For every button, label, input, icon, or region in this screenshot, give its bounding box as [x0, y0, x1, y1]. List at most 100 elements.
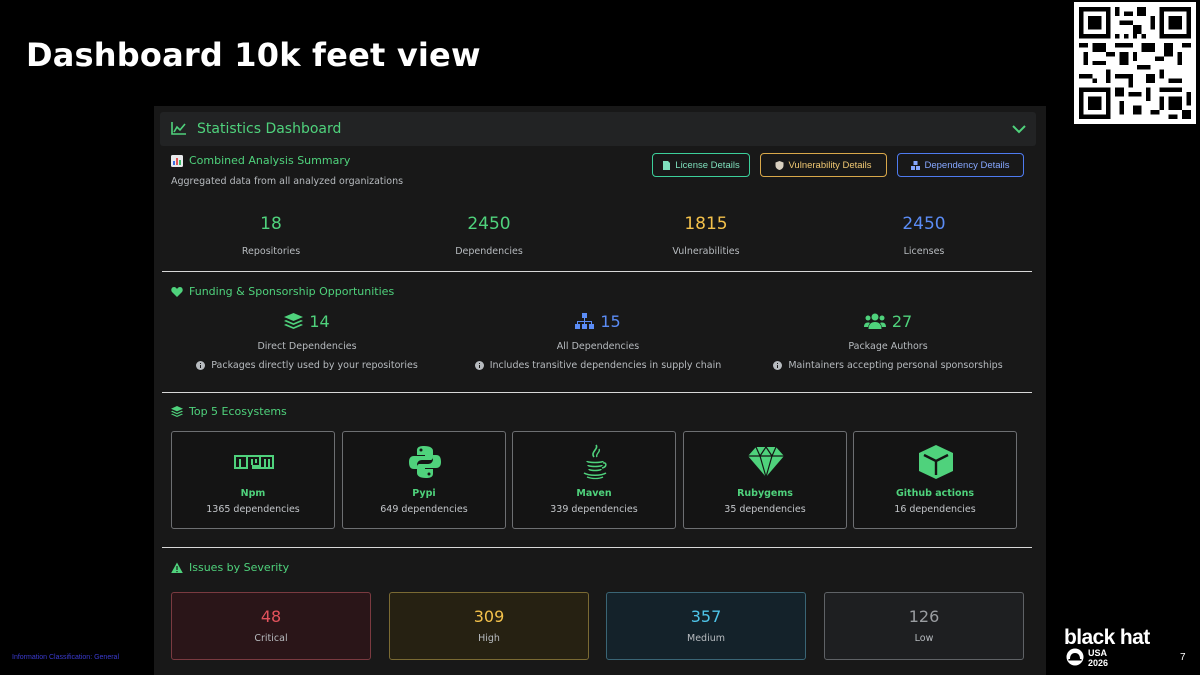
severity-label: Low — [914, 633, 934, 644]
summary-title: Combined Analysis Summary — [189, 154, 351, 167]
dashboard-header[interactable]: Statistics Dashboard — [160, 112, 1036, 146]
users-icon — [863, 313, 886, 329]
funding-value: 27 — [891, 311, 913, 331]
ecosystem-count: 16 dependencies — [894, 504, 976, 515]
stat-vulnerabilities: 1815 Vulnerabilities — [626, 214, 786, 257]
severity-title: Issues by Severity — [189, 561, 290, 574]
ecosystem-count: 649 dependencies — [380, 504, 468, 515]
funding-note-text: Packages directly used by your repositor… — [211, 360, 418, 371]
npm-icon — [234, 455, 274, 469]
stat-label: Dependencies — [455, 246, 523, 257]
ecosystems-title-row: Top 5 Ecosystems — [171, 405, 287, 418]
severity-high-card[interactable]: 309 High — [389, 592, 589, 660]
ecosystem-name: Npm — [240, 488, 266, 499]
line-chart-icon — [171, 122, 186, 135]
bar-chart-icon — [171, 154, 183, 167]
funding-all-dependencies: 15 All Dependencies Includes transitive … — [458, 310, 738, 371]
chevron-down-icon[interactable] — [1012, 124, 1026, 134]
ecosystem-name: Maven — [576, 488, 612, 499]
section-divider — [162, 392, 1032, 393]
stat-label: Licenses — [903, 246, 945, 257]
stat-repositories: 18 Repositories — [191, 214, 351, 257]
stat-value: 1815 — [684, 214, 728, 234]
section-divider — [162, 547, 1032, 548]
layers-icon — [171, 405, 183, 417]
vulnerability-details-label: Vulnerability Details — [788, 159, 872, 171]
funding-note-text: Includes transitive dependencies in supp… — [489, 360, 722, 371]
black-hat-emblem-icon — [1066, 648, 1084, 666]
python-icon — [409, 446, 441, 478]
ecosystem-card-pypi[interactable]: Pypi 649 dependencies — [342, 431, 506, 529]
sitemap-icon — [575, 312, 595, 329]
severity-label: Medium — [687, 633, 725, 644]
funding-direct-dependencies: 14 Direct Dependencies Packages directly… — [167, 310, 447, 371]
statistics-dashboard: Statistics Dashboard Combined Analysis S… — [154, 106, 1046, 675]
heart-icon — [171, 286, 183, 297]
qr-code — [1074, 2, 1196, 124]
funding-title-row: Funding & Sponsorship Opportunities — [171, 285, 394, 298]
license-details-label: License Details — [675, 159, 740, 171]
brand-name: black hat — [1064, 626, 1150, 649]
event-line-1: USA — [1088, 648, 1108, 658]
stat-licenses: 2450 Licenses — [844, 214, 1004, 257]
gem-icon — [748, 445, 784, 480]
ecosystem-name: Rubygems — [737, 488, 793, 499]
severity-label: Critical — [254, 633, 288, 644]
stat-label: Vulnerabilities — [672, 246, 740, 257]
dependency-details-label: Dependency Details — [924, 159, 1010, 171]
severity-label: High — [478, 633, 500, 644]
severity-value: 126 — [908, 607, 940, 626]
section-divider — [162, 271, 1032, 272]
file-icon — [663, 160, 671, 170]
funding-title: Funding & Sponsorship Opportunities — [189, 285, 395, 298]
info-icon — [196, 361, 206, 370]
funding-note: Packages directly used by your repositor… — [167, 360, 447, 371]
stat-value: 2450 — [467, 214, 511, 234]
dependency-details-button[interactable]: Dependency Details — [897, 153, 1024, 177]
ecosystem-count: 339 dependencies — [550, 504, 638, 515]
cube-icon — [919, 445, 953, 479]
ecosystem-card-npm[interactable]: Npm 1365 dependencies — [171, 431, 335, 529]
layers-icon — [284, 312, 304, 329]
summary-subtitle: Aggregated data from all analyzed organi… — [171, 176, 404, 187]
stat-value: 18 — [260, 214, 282, 234]
info-icon — [773, 361, 783, 370]
ecosystems-title: Top 5 Ecosystems — [189, 405, 287, 418]
info-icon — [474, 361, 484, 370]
severity-low-card[interactable]: 126 Low — [824, 592, 1024, 660]
warning-icon — [171, 562, 183, 573]
stat-dependencies: 2450 Dependencies — [409, 214, 569, 257]
ecosystem-card-github-actions[interactable]: Github actions 16 dependencies — [853, 431, 1017, 529]
funding-label: Direct Dependencies — [257, 341, 357, 352]
java-icon — [583, 444, 607, 480]
severity-value: 48 — [260, 607, 282, 626]
severity-value: 357 — [690, 607, 722, 626]
event-line-2: 2026 — [1088, 658, 1109, 668]
severity-medium-card[interactable]: 357 Medium — [606, 592, 806, 660]
ecosystem-count: 35 dependencies — [724, 504, 806, 515]
funding-note: Maintainers accepting personal sponsorsh… — [748, 360, 1028, 371]
vulnerability-details-button[interactable]: Vulnerability Details — [760, 153, 887, 177]
slide-title: Dashboard 10k feet view — [26, 36, 481, 74]
event-label: USA 2026 — [1088, 648, 1108, 668]
funding-label: Package Authors — [848, 341, 928, 352]
page-number: 7 — [1180, 652, 1186, 663]
ecosystem-name: Github actions — [895, 488, 974, 499]
funding-note: Includes transitive dependencies in supp… — [458, 360, 738, 371]
funding-value: 15 — [600, 311, 621, 331]
severity-title-row: Issues by Severity — [171, 561, 289, 574]
ecosystem-name: Pypi — [412, 488, 436, 499]
dashboard-title: Statistics Dashboard — [197, 121, 342, 137]
ecosystem-count: 1365 dependencies — [206, 504, 300, 515]
funding-package-authors: 27 Package Authors Maintainers accepting… — [748, 310, 1028, 371]
black-hat-logo: black hat USA 2026 — [1064, 626, 1194, 670]
shield-icon — [775, 160, 784, 170]
classification-label: Information Classification: General — [12, 654, 119, 661]
qr-code-image — [1079, 7, 1191, 119]
severity-critical-card[interactable]: 48 Critical — [171, 592, 371, 660]
stat-value: 2450 — [902, 214, 946, 234]
ecosystem-card-rubygems[interactable]: Rubygems 35 dependencies — [683, 431, 847, 529]
funding-value: 14 — [309, 311, 330, 331]
ecosystem-card-maven[interactable]: Maven 339 dependencies — [512, 431, 676, 529]
license-details-button[interactable]: License Details — [652, 153, 750, 177]
